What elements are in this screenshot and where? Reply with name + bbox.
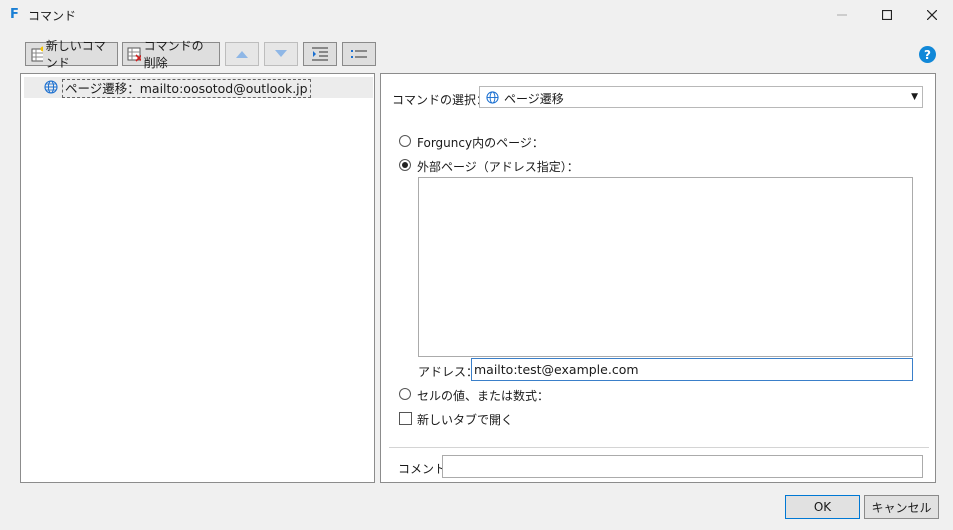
tree-item[interactable]: ページ遷移：mailto:oosotod@outlook.jp: [24, 77, 373, 98]
close-button[interactable]: [909, 0, 953, 30]
delete-command-label: コマンドの削除: [143, 39, 204, 70]
new-command-icon: [31, 46, 43, 62]
maximize-button[interactable]: [864, 0, 910, 30]
arrow-up-icon: [236, 51, 248, 58]
help-icon[interactable]: ?: [919, 46, 936, 63]
internal-page-label: Forguncy内のページ：: [417, 136, 544, 150]
external-page-textarea[interactable]: [418, 177, 913, 357]
dropdown-arrow-icon: ▼: [911, 92, 918, 102]
close-icon: [927, 10, 937, 20]
tree-item-label: ページ遷移：mailto:oosotod@outlook.jp: [62, 79, 311, 98]
minimize-icon: [837, 14, 847, 16]
address-label: アドレス：: [418, 365, 479, 379]
globe-icon: [44, 80, 58, 94]
command-select-label: コマンドの選択：: [392, 93, 489, 107]
external-page-label: 外部ページ（アドレス指定）：: [417, 160, 579, 174]
delete-command-icon: [127, 47, 141, 62]
move-down-button[interactable]: [264, 42, 298, 66]
move-up-button[interactable]: [225, 42, 259, 66]
cell-value-radio[interactable]: [399, 388, 411, 400]
minimize-button[interactable]: [819, 0, 865, 30]
command-tree-panel: ページ遷移：mailto:oosotod@outlook.jp: [20, 73, 375, 483]
command-select-value: ページ遷移: [504, 92, 564, 106]
external-page-radio[interactable]: [399, 159, 411, 171]
outdent-button[interactable]: [342, 42, 376, 66]
internal-page-radio[interactable]: [399, 135, 411, 147]
cell-value-label: セルの値、または数式：: [417, 389, 550, 403]
globe-icon: [486, 91, 499, 104]
comment-input[interactable]: [442, 455, 923, 478]
outdent-icon: [351, 50, 367, 58]
delete-command-button[interactable]: コマンドの削除: [122, 39, 220, 70]
arrow-down-icon: [275, 50, 287, 57]
command-settings-panel: コマンドの選択： ページ遷移 ▼ Forguncy内のページ： 外部ページ（アド…: [380, 73, 936, 483]
new-tab-checkbox[interactable]: [399, 412, 412, 425]
indent-icon: [312, 47, 328, 61]
address-input[interactable]: mailto:test@example.com: [471, 358, 913, 381]
new-command-label: 新しいコマンド: [45, 39, 106, 70]
ok-button[interactable]: OK: [785, 495, 860, 519]
comment-label: コメント: [398, 462, 447, 476]
command-select[interactable]: ページ遷移 ▼: [479, 86, 923, 108]
forguncy-app-icon: F: [10, 7, 19, 22]
title-bar: F コマンド: [0, 0, 953, 30]
new-command-button[interactable]: 新しいコマンド: [25, 39, 118, 70]
cancel-button[interactable]: キャンセル: [864, 495, 939, 519]
maximize-icon: [882, 10, 892, 20]
new-tab-label: 新しいタブで開く: [417, 413, 514, 427]
divider: [389, 447, 929, 448]
indent-button[interactable]: [303, 42, 337, 66]
window-title: コマンド: [28, 9, 77, 23]
